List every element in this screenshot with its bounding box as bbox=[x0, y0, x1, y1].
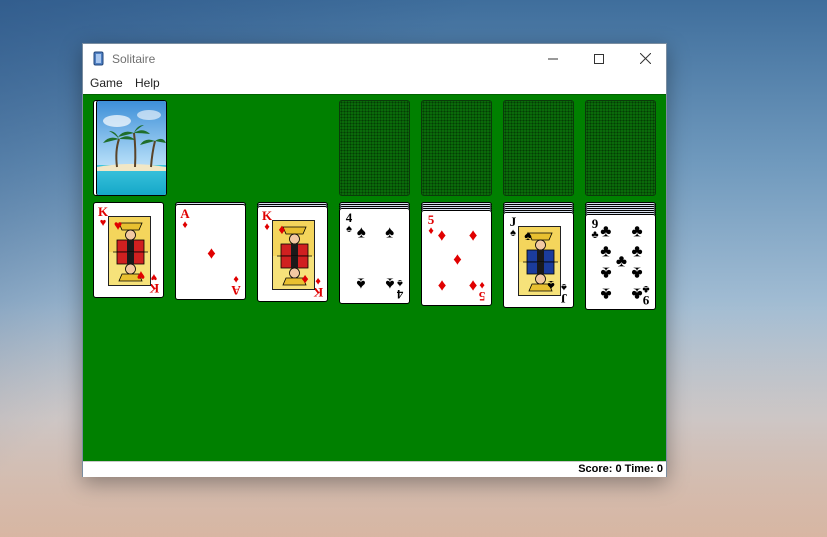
card-pip-icon: ♠ bbox=[356, 274, 366, 294]
solitaire-window: Solitaire Game Help K ♥ K ♥ ♥ ♥ A ♦ A ♦ … bbox=[82, 43, 667, 477]
foundation-slot-2[interactable] bbox=[421, 100, 492, 196]
card-pip-icon: ♣ bbox=[631, 221, 643, 241]
tableau-card-6[interactable]: J ♠ J ♠ ♠ ♠ bbox=[503, 212, 574, 308]
maximize-button[interactable] bbox=[576, 44, 622, 73]
card-suit-icon: ♠ bbox=[397, 277, 403, 289]
game-table[interactable]: K ♥ K ♥ ♥ ♥ A ♦ A ♦ ♦ K ♦ K ♦ ♦ ♦ 4 ♠ 4 ♠ ♠ ♠ ♠ ♠ 5 ♦ 5 ♦ ♦ ♦ ♦ ♦ ♦ J ♠ J ♠ ♠ ♠… bbox=[83, 94, 666, 461]
card-suit-icon: ♠ bbox=[524, 227, 532, 243]
card-pip-icon: ♣ bbox=[600, 241, 612, 261]
cards-icon bbox=[93, 51, 104, 66]
card-pip-icon: ♣ bbox=[631, 284, 643, 304]
tableau-card-7[interactable]: 9 ♣ 9 ♣ ♣ ♣ ♣ ♣ ♣ ♣ ♣ ♣ ♣ bbox=[585, 214, 656, 310]
card-pip-icon: ♣ bbox=[600, 221, 612, 241]
card-corner-bottom: 4 ♠ bbox=[393, 277, 407, 302]
card-pip-icon: ♣ bbox=[600, 263, 612, 283]
card-corner-top: 5 ♦ bbox=[424, 213, 438, 237]
minimize-icon bbox=[548, 58, 558, 59]
menu-help[interactable]: Help bbox=[135, 76, 160, 90]
maximize-icon bbox=[594, 53, 604, 64]
card-pip-icon: ♦ bbox=[468, 225, 478, 245]
card-pip-icon: ♦ bbox=[207, 243, 216, 263]
card-suit-icon: ♥ bbox=[113, 217, 123, 233]
card-suit-icon: ♦ bbox=[428, 225, 434, 237]
tableau-card-5[interactable]: 5 ♦ 5 ♦ ♦ ♦ ♦ ♦ ♦ bbox=[421, 210, 492, 306]
minimize-button[interactable] bbox=[530, 44, 576, 73]
card-pip-icon: ♠ bbox=[356, 222, 366, 242]
foundation-slot-4[interactable] bbox=[585, 100, 656, 196]
title-bar[interactable]: Solitaire bbox=[83, 44, 666, 73]
card-pip-icon: ♦ bbox=[468, 276, 478, 296]
window-title: Solitaire bbox=[112, 52, 156, 66]
tableau-card-4[interactable]: 4 ♠ 4 ♠ ♠ ♠ ♠ ♠ bbox=[339, 208, 410, 304]
card-suit-icon: ♠ bbox=[346, 223, 352, 235]
card-pip-icon: ♠ bbox=[385, 222, 395, 242]
card-pip-icon: ♣ bbox=[600, 284, 612, 304]
score-time-status: Score: 0 Time: 0 bbox=[578, 463, 663, 475]
card-corner-top: A ♦ bbox=[178, 207, 192, 231]
foundation-slot-1[interactable] bbox=[339, 100, 410, 196]
card-pip-icon: ♦ bbox=[437, 276, 447, 296]
close-icon bbox=[639, 53, 651, 64]
card-suit-icon: ♦ bbox=[278, 221, 286, 237]
card-suit-icon: ♦ bbox=[182, 219, 188, 231]
card-corner-top: 4 ♠ bbox=[342, 211, 356, 235]
card-pip-icon: ♣ bbox=[631, 263, 643, 283]
menu-bar: Game Help bbox=[83, 73, 666, 94]
beach-card-back bbox=[97, 101, 166, 195]
card-rank: A bbox=[231, 283, 241, 298]
card-pip-icon: ♣ bbox=[615, 251, 628, 271]
status-bar: Score: 0 Time: 0 bbox=[83, 461, 666, 477]
card-pip-icon: ♦ bbox=[453, 249, 462, 269]
card-suit-icon: ♥ bbox=[136, 268, 146, 284]
card-pip-icon: ♦ bbox=[437, 225, 447, 245]
tableau-card-2[interactable]: A ♦ A ♦ ♦ bbox=[175, 204, 246, 300]
tableau-card-1[interactable]: K ♥ K ♥ ♥ ♥ bbox=[93, 202, 164, 298]
card-pip-icon: ♠ bbox=[385, 274, 395, 294]
menu-game[interactable]: Game bbox=[90, 76, 123, 90]
card-pip-icon: ♣ bbox=[631, 241, 643, 261]
card-rank: 4 bbox=[396, 287, 404, 302]
card-suit-icon: ♠ bbox=[547, 278, 555, 294]
stock-pile[interactable] bbox=[96, 100, 167, 196]
foundation-slot-3[interactable] bbox=[503, 100, 574, 196]
card-suit-icon: ♦ bbox=[301, 272, 309, 288]
card-corner-bottom: A ♦ bbox=[229, 273, 243, 298]
tableau-card-3[interactable]: K ♦ K ♦ ♦ ♦ bbox=[257, 206, 328, 302]
close-button[interactable] bbox=[622, 44, 668, 73]
